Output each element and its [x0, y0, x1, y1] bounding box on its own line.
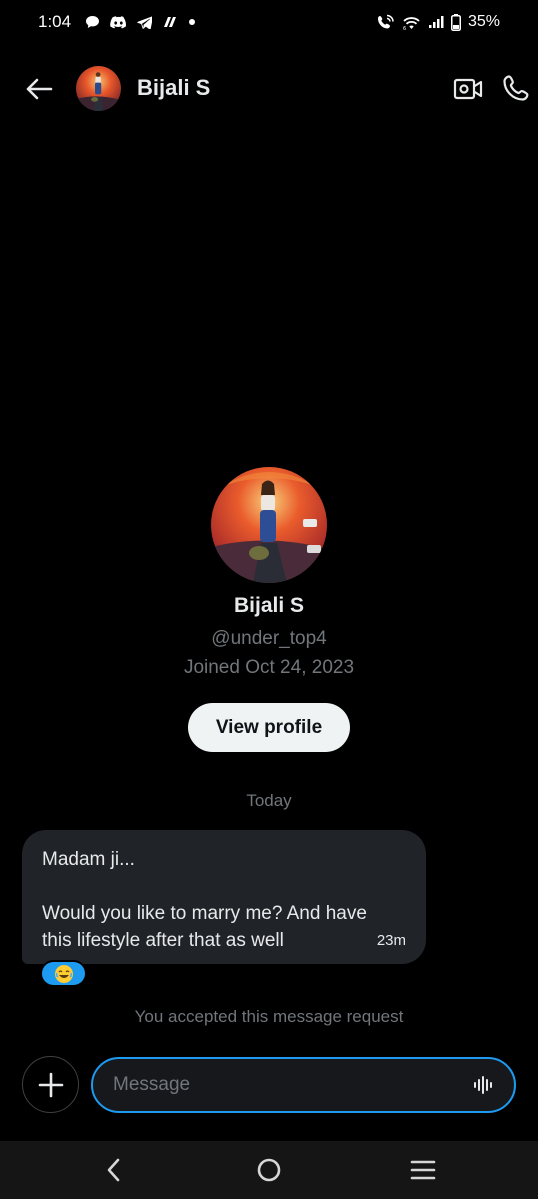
- profile-name: Bijali S: [233, 594, 305, 617]
- svg-text:6: 6: [403, 26, 406, 30]
- profile-joined-date: Joined Oct 24, 2023: [183, 657, 355, 678]
- request-accepted-note: You accepted this message request: [134, 1007, 404, 1026]
- discord-icon: [110, 15, 127, 29]
- message-timestamp: 23m: [376, 932, 406, 949]
- plus-icon: [38, 1072, 63, 1097]
- dot-icon: [188, 18, 196, 26]
- add-attachment-button[interactable]: [22, 1056, 79, 1113]
- voice-message-button[interactable]: [470, 1071, 498, 1099]
- nav-home-button[interactable]: [254, 1155, 284, 1185]
- profile-handle: @under_top4: [211, 628, 327, 649]
- system-nav-bar: [0, 1141, 538, 1199]
- nav-recents-icon: [410, 1160, 436, 1180]
- voice-wave-icon: [474, 1076, 492, 1094]
- reaction-badge[interactable]: [40, 960, 87, 987]
- laughing-emoji-icon: [54, 964, 73, 983]
- message-input[interactable]: [91, 1057, 516, 1113]
- message-text-line: Would you like to marry me? And have: [42, 903, 367, 924]
- voice-call-button[interactable]: [500, 72, 532, 104]
- signal-icon: [428, 15, 444, 29]
- nav-recents-button[interactable]: [408, 1155, 438, 1185]
- message-text-line: Madam ji...: [42, 849, 135, 870]
- wifi-icon: 6: [402, 15, 421, 30]
- message-bubble[interactable]: Madam ji... Would you like to marry me? …: [22, 830, 426, 964]
- chat-bubble-icon: [85, 15, 100, 29]
- app-icon: [162, 15, 178, 29]
- message-text-line: this lifestyle after that as well: [42, 930, 284, 951]
- status-time: 1:04: [38, 12, 72, 31]
- profile-avatar[interactable]: [211, 467, 327, 583]
- back-button[interactable]: [24, 74, 54, 104]
- header-name[interactable]: Bijali S: [137, 75, 210, 101]
- view-profile-button[interactable]: View profile: [188, 703, 350, 752]
- status-right: 6 35%: [377, 13, 500, 31]
- battery-icon: [450, 13, 461, 31]
- video-call-button[interactable]: [452, 73, 484, 105]
- telegram-icon: [137, 15, 153, 29]
- phone-icon: [503, 75, 529, 101]
- date-separator: Today: [246, 791, 292, 810]
- status-bar: 1:04 6 35%: [0, 0, 538, 44]
- nav-back-icon: [107, 1158, 120, 1182]
- avatar[interactable]: [76, 66, 121, 111]
- nav-home-icon: [257, 1158, 281, 1182]
- nav-back-button[interactable]: [99, 1155, 129, 1185]
- video-camera-icon: [453, 78, 483, 100]
- back-arrow-icon: [26, 78, 53, 100]
- conversation-header: Bijali S: [0, 58, 538, 118]
- status-left: 1:04: [38, 12, 196, 32]
- battery-percent: 35%: [467, 13, 500, 30]
- wifi-call-icon: [377, 14, 395, 30]
